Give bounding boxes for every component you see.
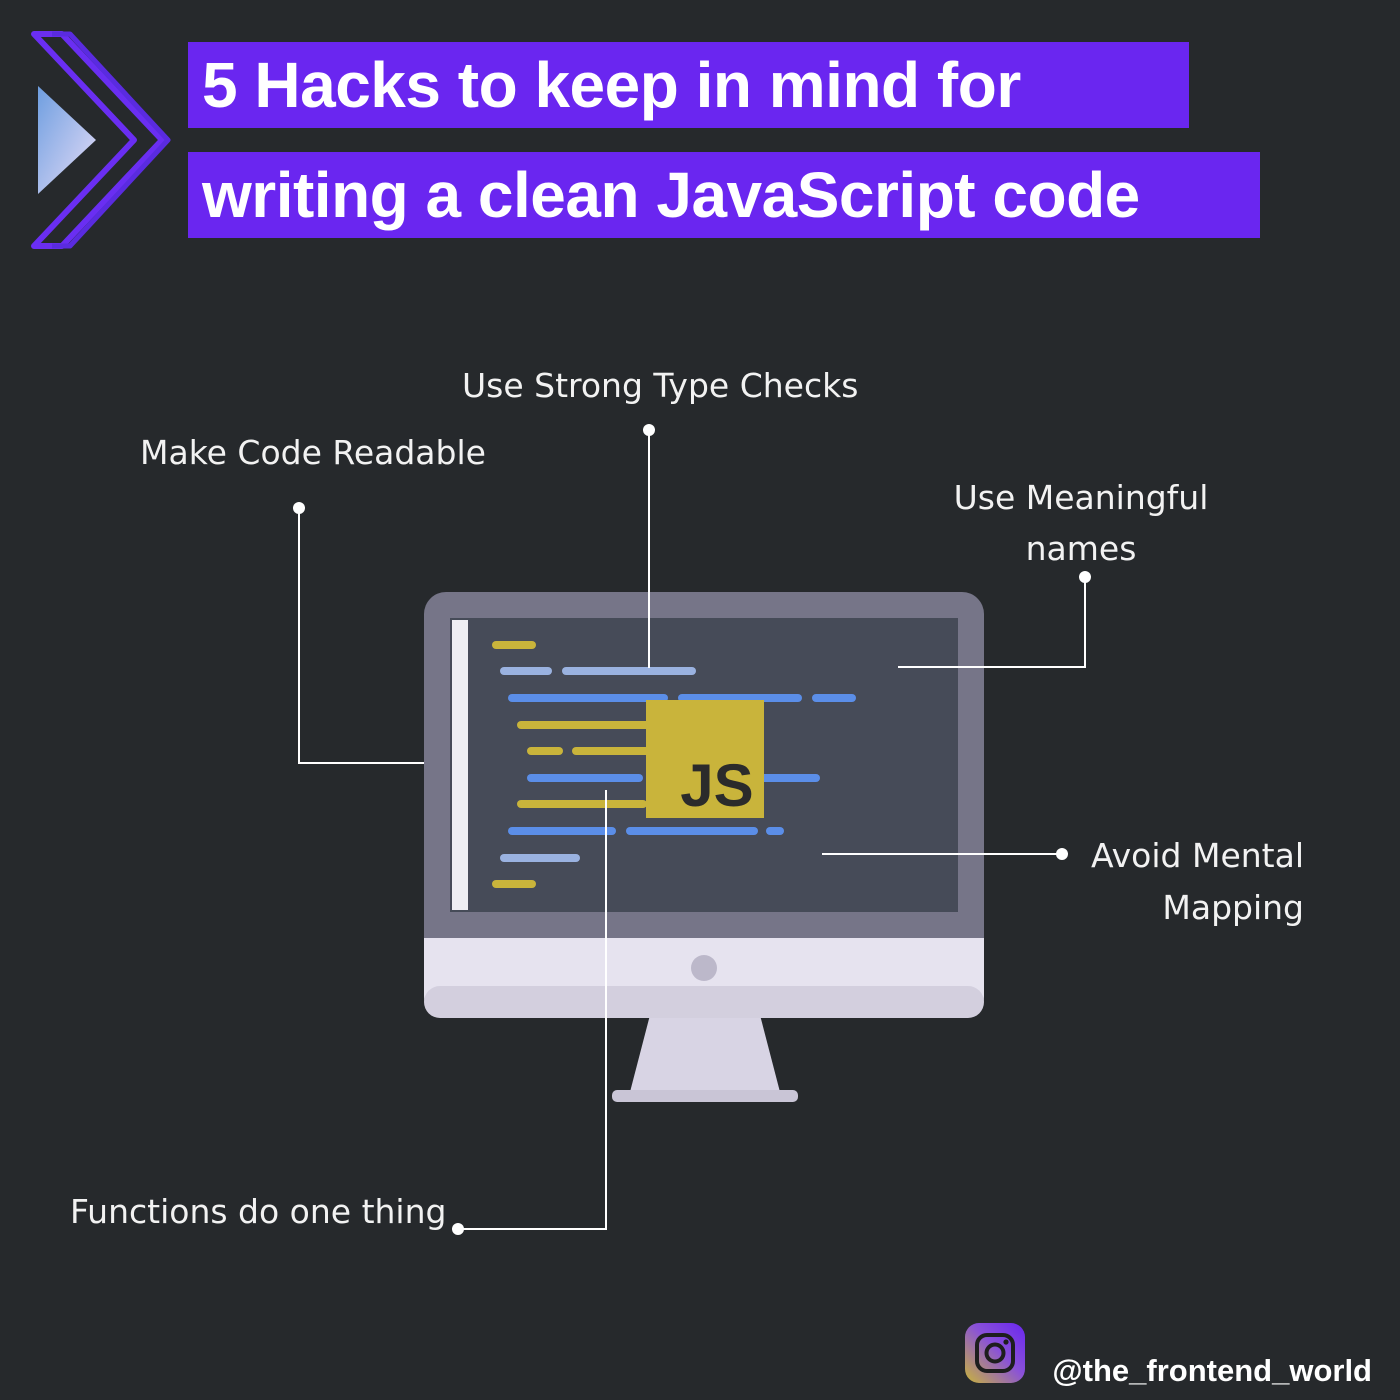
code-line (527, 747, 563, 755)
connector-dot (1056, 848, 1068, 860)
js-badge-text: JS (680, 752, 753, 819)
code-line (527, 774, 643, 782)
hack-label-meaningful-names: Use Meaningful names (953, 478, 1209, 568)
monitor-button (691, 955, 717, 981)
code-line (508, 694, 668, 702)
monitor-stand (630, 1015, 780, 1092)
code-line (517, 800, 647, 808)
hack-label-mental-mapping: Avoid Mental Mapping (1091, 836, 1304, 927)
social-handle: @the_frontend_world (1052, 1353, 1372, 1388)
connector-dot (452, 1223, 464, 1235)
code-line (562, 667, 696, 675)
line-number-gutter (452, 620, 468, 910)
code-line (760, 774, 820, 782)
code-line (492, 641, 536, 649)
hack-label-readable: Make Code Readable (140, 433, 486, 472)
code-line (500, 854, 580, 862)
code-line (492, 880, 536, 888)
code-line (500, 667, 552, 675)
monitor-base (612, 1090, 798, 1102)
code-line (812, 694, 856, 702)
code-line (572, 747, 652, 755)
connector-dot (293, 502, 305, 514)
hack-label-functions: Functions do one thing (70, 1192, 447, 1231)
infographic: 5 Hacks to keep in mind for writing a cl… (0, 0, 1400, 1400)
connector-dot (643, 424, 655, 436)
code-line (517, 721, 657, 729)
connector-readable (298, 508, 424, 764)
code-line (508, 827, 616, 835)
code-line (626, 827, 758, 835)
code-line (766, 827, 784, 835)
hack-label-type-checks: Use Strong Type Checks (462, 366, 859, 405)
instagram-icon (965, 1323, 1025, 1383)
